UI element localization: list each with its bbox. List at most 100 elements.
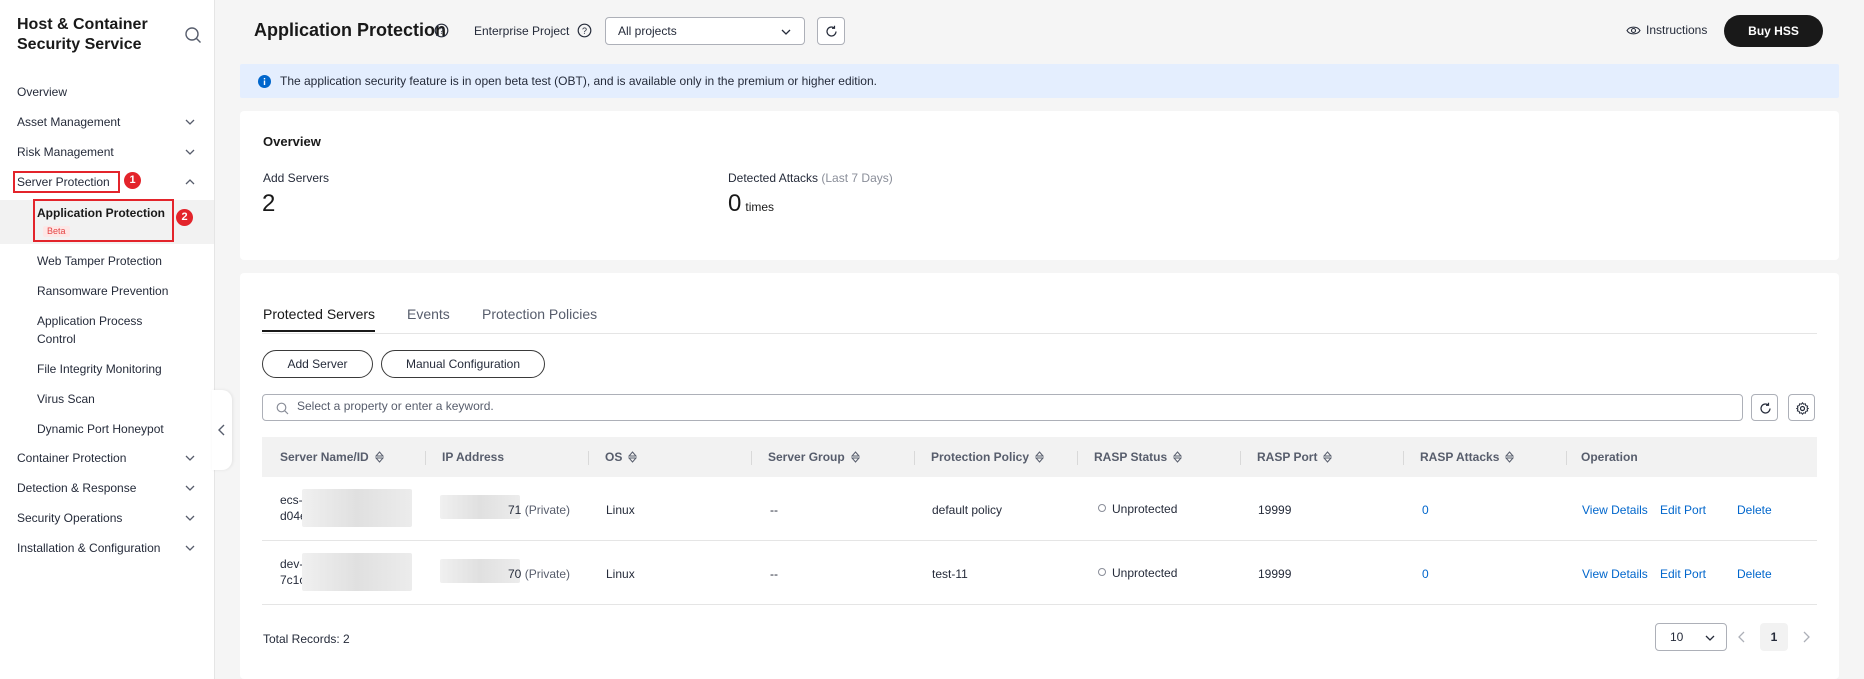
tab-events[interactable]: Events — [407, 306, 450, 322]
sidebar-subitem-honeypot[interactable]: Dynamic Port Honeypot — [37, 420, 197, 438]
ip-address-cell: 71 (Private) — [508, 503, 571, 517]
sidebar-subitem-ransomware[interactable]: Ransomware Prevention — [37, 282, 197, 300]
rasp-port-cell: 19999 — [1258, 503, 1292, 517]
column-os[interactable]: OS — [605, 450, 638, 464]
page-title: Application Protection — [254, 20, 447, 40]
search-bar[interactable] — [262, 394, 1743, 421]
sidebar-item-security-operations[interactable]: Security Operations — [17, 508, 199, 528]
rasp-attacks-link[interactable]: 0 — [1422, 567, 1429, 581]
page-number-current[interactable]: 1 — [1760, 623, 1788, 651]
instructions-link[interactable]: Instructions — [1626, 23, 1707, 37]
sidebar-item-asset-management[interactable]: Asset Management — [17, 112, 199, 132]
buy-hss-button[interactable]: Buy HSS — [1724, 15, 1823, 47]
total-records: Total Records: 2 — [263, 632, 350, 646]
next-page-icon[interactable] — [1801, 630, 1811, 644]
chevron-down-icon — [185, 149, 195, 155]
table-settings-button[interactable] — [1788, 394, 1815, 421]
refresh-icon — [1760, 402, 1771, 414]
search-input[interactable] — [297, 399, 1697, 413]
table-header: Server Name/ID IP Address OS Server Grou… — [262, 437, 1817, 477]
redacted-server-name — [302, 489, 412, 527]
eye-icon — [1626, 26, 1641, 34]
sort-icon[interactable] — [850, 451, 860, 463]
help-icon[interactable]: ? — [434, 23, 449, 38]
sidebar-subitem-process-control[interactable]: Application Process Control — [37, 312, 157, 348]
column-separator — [1077, 451, 1078, 465]
column-separator — [751, 451, 752, 465]
column-separator — [1566, 451, 1567, 465]
rasp-attacks-link[interactable]: 0 — [1422, 503, 1429, 517]
server-group-cell: -- — [770, 503, 778, 517]
chevron-down-icon — [185, 515, 195, 521]
sort-icon[interactable] — [1035, 451, 1045, 463]
protection-policy-cell: test-11 — [932, 567, 968, 581]
sidebar-subitem-file-integrity[interactable]: File Integrity Monitoring — [37, 360, 197, 378]
manual-configuration-button[interactable]: Manual Configuration — [381, 350, 545, 378]
annotation-number-1: 1 — [124, 172, 141, 189]
chevron-left-icon — [218, 424, 225, 436]
sidebar-item-installation[interactable]: Installation & Configuration — [17, 538, 199, 558]
chevron-down-icon — [185, 485, 195, 491]
gear-icon — [1796, 402, 1809, 415]
sort-icon[interactable] — [374, 451, 384, 463]
beta-notice: The application security feature is in o… — [240, 64, 1839, 98]
sort-icon[interactable] — [1505, 451, 1515, 463]
column-rasp-attacks[interactable]: RASP Attacks — [1420, 450, 1515, 464]
column-separator — [1240, 451, 1241, 465]
add-server-button[interactable]: Add Server — [262, 350, 373, 378]
chevron-down-icon — [185, 455, 195, 461]
sidebar-item-risk-management[interactable]: Risk Management — [17, 142, 199, 162]
chevron-down-icon — [1705, 635, 1715, 641]
edit-port-link[interactable]: Edit Port — [1660, 503, 1706, 517]
page-size-select[interactable]: 10 — [1655, 623, 1727, 651]
rasp-port-cell: 19999 — [1258, 567, 1292, 581]
view-details-link[interactable]: View Details — [1582, 503, 1648, 517]
protection-policy-cell: default policy — [932, 503, 1003, 517]
column-rasp-port[interactable]: RASP Port — [1257, 450, 1333, 464]
os-cell: Linux — [606, 503, 635, 517]
view-details-link[interactable]: View Details — [1582, 567, 1648, 581]
ip-address-cell: 70 (Private) — [508, 567, 571, 581]
overview-card — [240, 111, 1839, 260]
sidebar-item-overview[interactable]: Overview — [17, 82, 199, 102]
sidebar-subitem-web-tamper[interactable]: Web Tamper Protection — [37, 252, 197, 270]
annotation-number-2: 2 — [176, 209, 193, 226]
enterprise-project-select[interactable]: All projects — [605, 17, 805, 45]
column-ip-address: IP Address — [442, 450, 505, 464]
column-protection-policy[interactable]: Protection Policy — [931, 450, 1045, 464]
active-tab-indicator — [262, 330, 375, 332]
sidebar-item-detection-response[interactable]: Detection & Response — [17, 478, 199, 498]
tab-protection-policies[interactable]: Protection Policies — [482, 306, 597, 322]
prev-page-icon[interactable] — [1737, 630, 1747, 644]
column-separator — [1403, 451, 1404, 465]
overview-title: Overview — [263, 134, 321, 149]
column-operation: Operation — [1581, 450, 1638, 464]
sidebar-item-container-protection[interactable]: Container Protection — [17, 448, 199, 468]
column-server-group[interactable]: Server Group — [768, 450, 860, 464]
annotation-box-2 — [33, 199, 174, 242]
column-separator — [914, 451, 915, 465]
sort-icon[interactable] — [1323, 451, 1333, 463]
chevron-down-icon — [185, 119, 195, 125]
sort-icon[interactable] — [1173, 451, 1183, 463]
table-refresh-button[interactable] — [1751, 394, 1778, 421]
sort-icon[interactable] — [628, 451, 638, 463]
help-icon[interactable]: ? — [577, 23, 592, 38]
chevron-down-icon — [185, 545, 195, 551]
add-servers-value: 2 — [262, 190, 276, 217]
rasp-status-cell: Unprotected — [1098, 566, 1177, 580]
column-server-name[interactable]: Server Name/ID — [280, 450, 384, 464]
delete-link[interactable]: Delete — [1737, 503, 1772, 517]
delete-link[interactable]: Delete — [1737, 567, 1772, 581]
sidebar-subitem-virus-scan[interactable]: Virus Scan — [37, 390, 197, 408]
sidebar-collapse-handle[interactable] — [212, 390, 232, 470]
search-icon — [276, 402, 289, 415]
service-title: Host & Container Security Service — [17, 16, 148, 53]
status-dot-icon — [1098, 568, 1106, 576]
sidebar: Host & Container Security Service Overvi… — [0, 0, 215, 679]
tab-protected-servers[interactable]: Protected Servers — [263, 306, 375, 322]
column-rasp-status[interactable]: RASP Status — [1094, 450, 1183, 464]
refresh-button[interactable] — [817, 17, 845, 45]
edit-port-link[interactable]: Edit Port — [1660, 567, 1706, 581]
search-icon[interactable] — [184, 26, 202, 44]
